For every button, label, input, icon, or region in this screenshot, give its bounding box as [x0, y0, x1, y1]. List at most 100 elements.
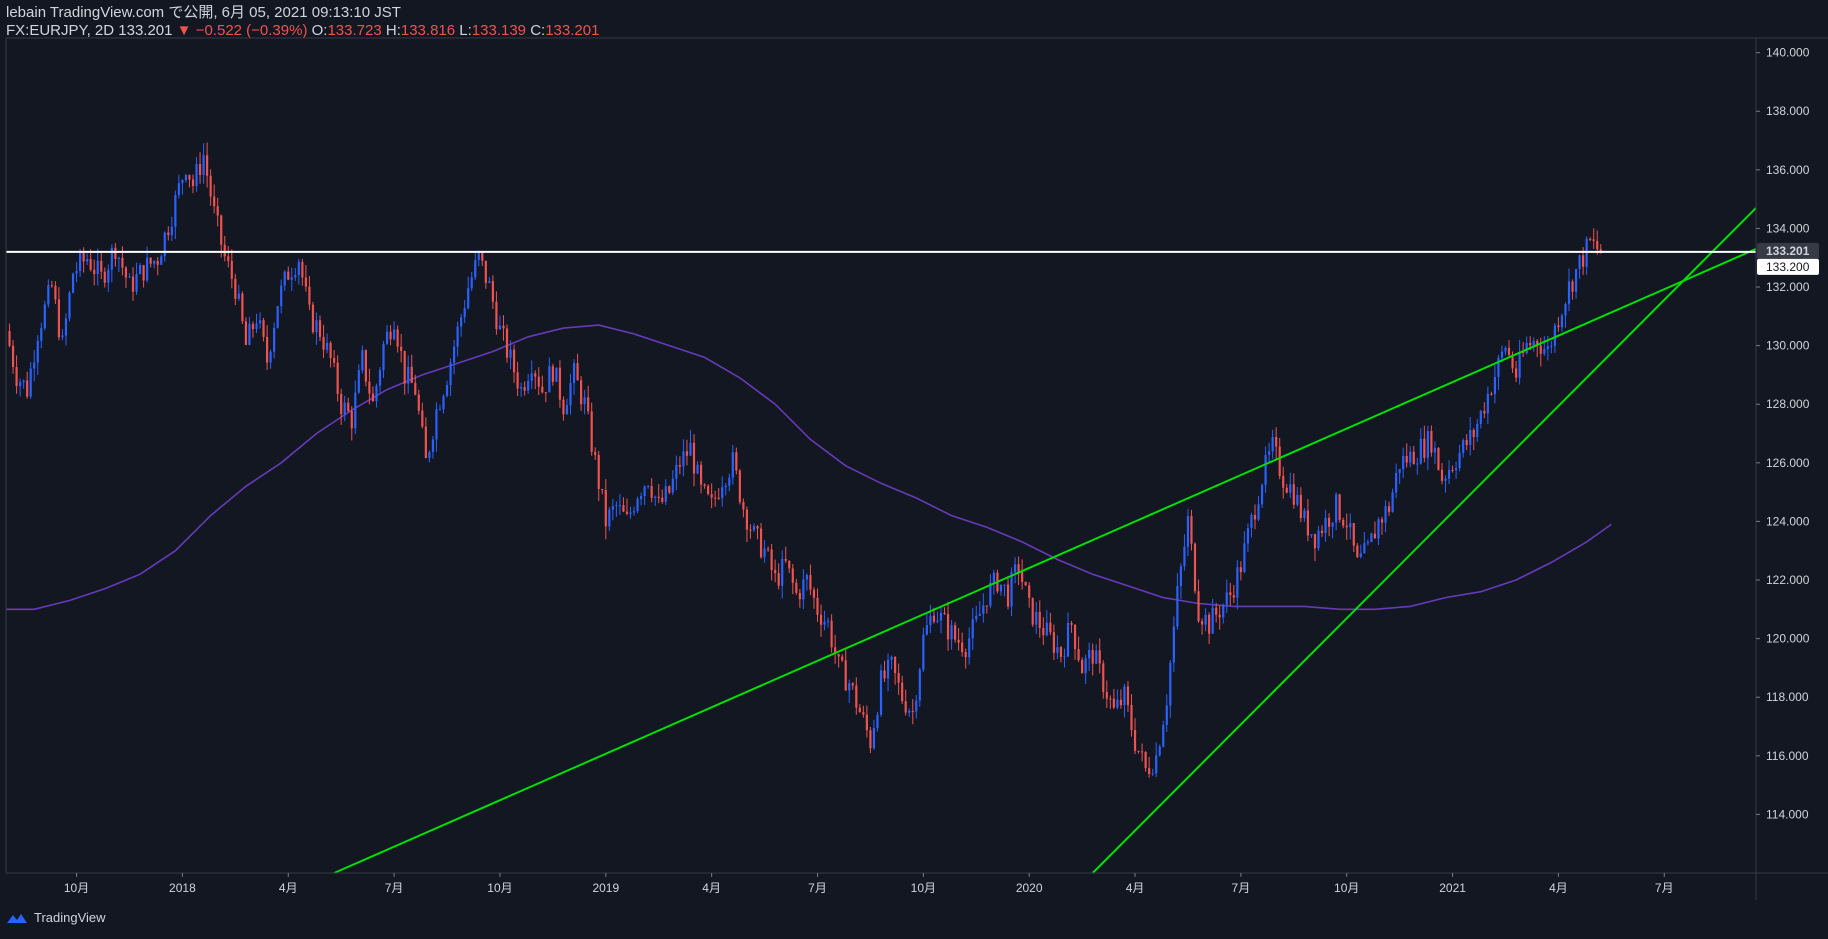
trendline-1[interactable] [333, 248, 1757, 874]
candle-up [1169, 662, 1172, 706]
candle-up [1518, 352, 1521, 378]
candle-up [1574, 269, 1578, 292]
brand-footer[interactable]: TradingView [6, 910, 106, 925]
candle-down [837, 654, 840, 657]
candle-up [1250, 514, 1253, 529]
candle-down [1285, 487, 1288, 493]
candle-down [244, 321, 248, 345]
candle-down [625, 511, 629, 514]
candle-down [932, 615, 936, 622]
candle-down [1320, 530, 1324, 533]
candle-down [668, 486, 671, 493]
candle-down [304, 277, 307, 287]
candle-up [61, 335, 64, 338]
candle-down [738, 470, 741, 503]
candle-down [516, 372, 519, 389]
candle-up [555, 367, 558, 382]
candle-up [1236, 567, 1239, 598]
candle-down [502, 325, 505, 329]
candle-down [93, 269, 96, 275]
candle-down [1380, 519, 1384, 523]
candle-up [452, 346, 456, 363]
candle-down [396, 329, 399, 347]
candle-up [385, 331, 389, 344]
candle-up [1204, 614, 1207, 625]
candle-down [1081, 660, 1084, 674]
candle-up [375, 385, 378, 402]
candle-down [1017, 564, 1020, 572]
candle-down [350, 411, 353, 429]
candle-down [957, 639, 960, 643]
candle-down [788, 560, 791, 569]
candle-down [710, 493, 713, 498]
candle-up [643, 486, 646, 497]
candle-up [639, 496, 643, 499]
candle-up [1500, 351, 1504, 358]
candle-down [1589, 238, 1592, 240]
candle-up [1564, 303, 1567, 316]
candle-down [424, 426, 427, 459]
candle-up [1162, 724, 1165, 747]
y-tick-label: 124.000 [1766, 514, 1810, 528]
price-chart[interactable]: 140.000 138.000 136.000 134.000 132.000 130.0… [0, 0, 1828, 939]
candle-up [325, 342, 329, 350]
candle-down [742, 502, 745, 510]
x-tick-label: 10月 [911, 881, 936, 895]
candle-down [1299, 494, 1302, 518]
candle-up [1271, 436, 1274, 452]
candle-up [1289, 484, 1292, 493]
candle-down [756, 526, 759, 529]
candle-up [1458, 452, 1461, 469]
candle-up [763, 548, 766, 558]
candle-up [583, 397, 586, 405]
candle-down [1133, 730, 1137, 751]
candle-up [445, 385, 449, 397]
candle-down [1465, 440, 1468, 445]
candle-up [1525, 343, 1528, 354]
candle-up [128, 276, 131, 278]
candle-up [474, 260, 477, 278]
hline-price-label: 133.200 [1766, 260, 1810, 274]
candle-down [717, 497, 720, 499]
candle-down [791, 568, 794, 583]
y-tick-label: 136.000 [1766, 163, 1810, 177]
candle-down [534, 373, 537, 377]
candle-up [177, 183, 180, 196]
y-tick-label: 138.000 [1766, 104, 1810, 118]
candle-down [661, 497, 664, 502]
candle-down [1282, 475, 1285, 488]
candle-up [1116, 699, 1119, 708]
candle-down [11, 345, 15, 368]
candle-down [1126, 686, 1130, 705]
candle-up [527, 380, 530, 391]
candle-down [604, 490, 607, 527]
candle-up [64, 318, 68, 336]
candle-up [269, 351, 272, 363]
candle-up [1366, 541, 1369, 544]
candle-up [1447, 469, 1451, 479]
candle-down [82, 253, 85, 262]
candle-up [1462, 440, 1465, 453]
candle-down [311, 304, 315, 333]
candle-up [890, 656, 893, 660]
candle-down [1137, 750, 1140, 752]
candle-up [498, 325, 502, 330]
candle-up [248, 323, 251, 345]
candle-down [622, 505, 625, 512]
y-tick-label: 126.000 [1766, 456, 1810, 470]
candle-up [382, 343, 385, 371]
candle-down [1345, 525, 1348, 528]
candle-up [929, 615, 932, 626]
candle-up [467, 288, 470, 309]
candle-down [1109, 698, 1112, 700]
candle-down [8, 330, 11, 346]
candle-down [1215, 607, 1218, 615]
candle-up [1243, 543, 1246, 573]
candle-up [1296, 494, 1299, 505]
candle-down [149, 257, 152, 264]
candle-up [982, 605, 985, 614]
candle-up [297, 261, 300, 276]
candle-up [1426, 430, 1429, 458]
candle-down [318, 320, 322, 337]
candle-down [131, 276, 135, 292]
